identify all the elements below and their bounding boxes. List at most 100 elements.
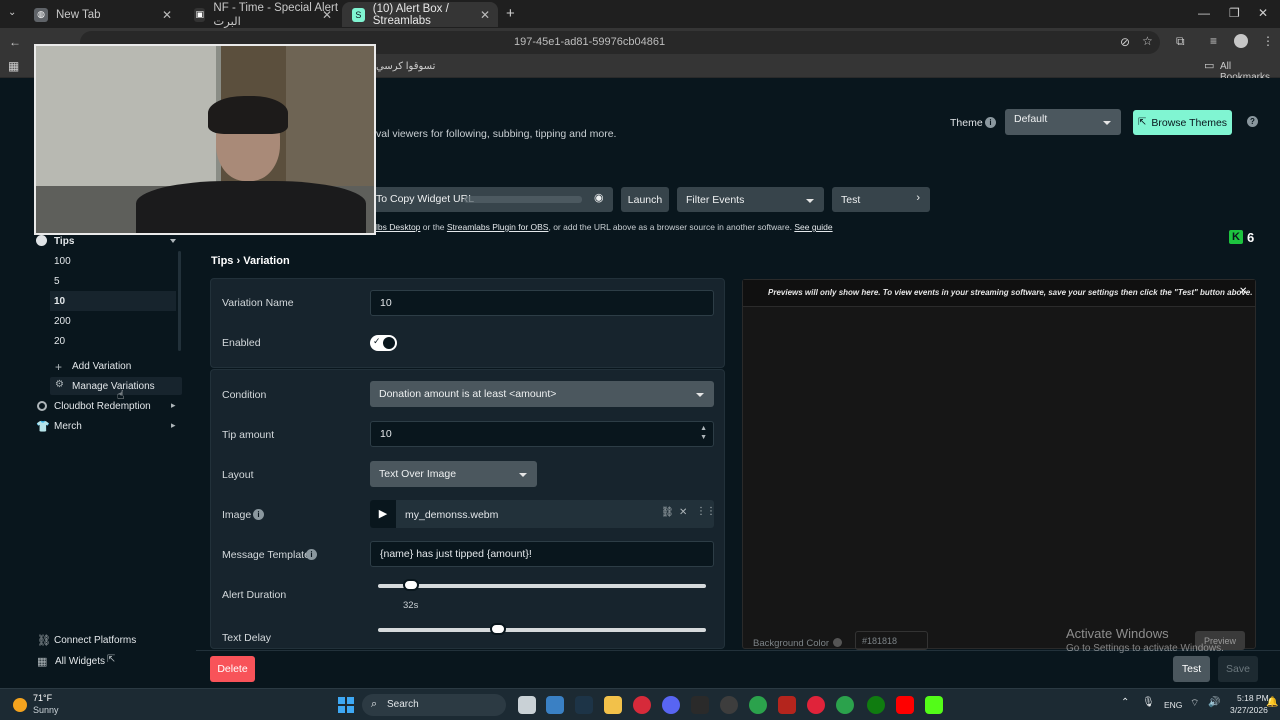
test-dropdown-button[interactable]: Test ›: [832, 187, 930, 212]
add-variation-button[interactable]: Add Variation: [72, 361, 131, 372]
xbox-icon[interactable]: [867, 696, 885, 714]
microphone-icon[interactable]: 🎙: [1142, 697, 1155, 708]
taskbar-search[interactable]: ⌕ Search: [362, 694, 506, 716]
delete-button[interactable]: Delete: [210, 656, 255, 682]
obs-icon[interactable]: [720, 696, 738, 714]
media-player-icon[interactable]: [807, 696, 825, 714]
connect-platforms-link[interactable]: Connect Platforms: [54, 635, 136, 646]
tab-alert-box[interactable]: S (10) Alert Box / Streamlabs ✕: [342, 2, 498, 27]
desktop-link[interactable]: lbs Desktop: [376, 222, 420, 232]
tab-nf-time[interactable]: ▣ NF - Time - Special Alert البرت ✕: [184, 2, 340, 28]
file-explorer-icon[interactable]: [604, 696, 622, 714]
variation-item[interactable]: 100: [54, 256, 71, 267]
close-icon[interactable]: ✕: [162, 8, 172, 22]
chevron-down-icon[interactable]: [170, 239, 176, 243]
background-color-input[interactable]: #181818: [855, 631, 928, 650]
slider-handle[interactable]: [490, 623, 506, 635]
new-tab-icon[interactable]: +: [506, 5, 515, 22]
minimize-icon[interactable]: —: [1198, 6, 1210, 20]
windows-start-icon[interactable]: [338, 697, 354, 713]
maximize-icon[interactable]: ❐: [1229, 6, 1240, 20]
apps-icon[interactable]: ▦: [8, 59, 19, 73]
terminal-icon[interactable]: [691, 696, 709, 714]
link-icon[interactable]: ⛓: [661, 507, 674, 518]
test-button[interactable]: Test: [1173, 656, 1210, 682]
close-icon[interactable]: ✕: [322, 8, 332, 22]
clock-date[interactable]: 3/27/2026: [1230, 705, 1268, 715]
close-icon[interactable]: ✕: [1239, 286, 1247, 297]
volume-icon[interactable]: 🔊: [1208, 697, 1220, 708]
steam-icon[interactable]: [575, 696, 593, 714]
task-view-icon[interactable]: [518, 696, 536, 714]
enabled-toggle[interactable]: ✓: [370, 335, 397, 351]
weather-temp[interactable]: 71°F: [33, 693, 52, 703]
theme-select[interactable]: Default: [1005, 109, 1121, 135]
pinterest-icon[interactable]: [633, 696, 651, 714]
chrome-icon[interactable]: [749, 696, 767, 714]
sun-icon[interactable]: [13, 698, 27, 712]
extensions-icon[interactable]: ⧉: [1176, 34, 1185, 49]
chevron-right-icon[interactable]: ▸: [171, 400, 176, 411]
back-icon[interactable]: ←: [9, 35, 21, 49]
browse-themes-button[interactable]: ⇱ Browse Themes: [1133, 110, 1232, 135]
variation-item[interactable]: 5: [54, 276, 60, 287]
variation-item-selected[interactable]: 10: [50, 291, 176, 311]
grid-icon[interactable]: ⋮⋮: [696, 506, 716, 517]
condition-select[interactable]: Donation amount is at least <amount>: [370, 381, 714, 407]
language-indicator[interactable]: ENG: [1164, 700, 1182, 710]
copilot-icon[interactable]: [546, 696, 564, 714]
widget-url-field[interactable]: To Copy Widget URL ◉: [372, 187, 613, 212]
variation-item[interactable]: 200: [54, 316, 71, 327]
variation-item[interactable]: 20: [54, 336, 65, 347]
tab-search-icon[interactable]: ⌄: [8, 7, 16, 18]
breadcrumb-root[interactable]: Tips: [211, 255, 233, 267]
menu-icon[interactable]: ⋮: [1262, 34, 1274, 48]
message-template-input[interactable]: {name} has just tipped {amount}!: [370, 541, 714, 567]
text-delay-slider[interactable]: [378, 623, 706, 635]
game-icon[interactable]: [778, 696, 796, 714]
info-icon[interactable]: i: [253, 509, 264, 520]
save-button[interactable]: Save: [1218, 656, 1258, 682]
close-icon[interactable]: ✕: [480, 8, 490, 22]
sidebar-group-tips[interactable]: Tips: [54, 236, 74, 247]
chevron-right-icon[interactable]: ▸: [171, 420, 176, 431]
eye-icon[interactable]: ◉: [594, 191, 604, 204]
filter-events-select[interactable]: Filter Events: [677, 187, 824, 212]
clock-time[interactable]: 5:18 PM: [1237, 693, 1269, 703]
youtube-icon[interactable]: [896, 696, 914, 714]
manage-variations-button[interactable]: ⚙ Manage Variations: [50, 377, 182, 395]
obs-plugin-link[interactable]: Streamlabs Plugin for OBS: [447, 222, 549, 232]
bookmark-item[interactable]: تسوقوا كرسي: [376, 61, 435, 72]
variation-name-input[interactable]: 10: [370, 290, 714, 316]
discord-icon[interactable]: [662, 696, 680, 714]
sidebar-item-merch[interactable]: Merch: [54, 421, 82, 432]
layout-select[interactable]: Text Over Image: [370, 461, 537, 487]
remove-icon[interactable]: ✕: [679, 507, 687, 518]
streamlabs-app-icon[interactable]: [925, 696, 943, 714]
launch-button[interactable]: Launch: [621, 187, 669, 212]
tab-new-tab[interactable]: ◍ New Tab ✕: [24, 2, 180, 27]
info-icon[interactable]: i: [306, 549, 317, 560]
see-guide-link[interactable]: See guide: [794, 222, 832, 232]
info-icon[interactable]: [833, 638, 842, 647]
image-picker[interactable]: ▶ my_demonss.webm ⛓ ✕ ⋮⋮: [370, 500, 716, 528]
scrollbar[interactable]: [178, 251, 181, 351]
chevron-up-icon[interactable]: ⌃: [1121, 697, 1129, 708]
wifi-icon[interactable]: ⌔: [1190, 697, 1199, 710]
chrome-active-icon[interactable]: [836, 696, 854, 714]
window-close-icon[interactable]: ✕: [1258, 6, 1268, 20]
eye-off-icon[interactable]: ⊘: [1120, 35, 1130, 49]
weather-desc[interactable]: Sunny: [33, 705, 59, 715]
slider-handle[interactable]: [403, 579, 419, 591]
star-icon[interactable]: ☆: [1142, 34, 1153, 48]
tip-amount-input[interactable]: 10 ▲ ▼: [370, 421, 714, 447]
sidebar-item-cloudbot[interactable]: Cloudbot Redemption: [54, 401, 151, 412]
info-icon[interactable]: i: [985, 117, 996, 128]
alert-duration-slider[interactable]: [378, 579, 706, 591]
stepper-icon[interactable]: ▲ ▼: [700, 424, 707, 442]
avatar[interactable]: [1234, 34, 1248, 48]
notification-icon[interactable]: 🔔: [1266, 697, 1278, 708]
all-widgets-link[interactable]: All Widgets: [55, 656, 105, 667]
help-icon[interactable]: ?: [1247, 116, 1258, 127]
media-icon[interactable]: ≡: [1210, 34, 1217, 48]
